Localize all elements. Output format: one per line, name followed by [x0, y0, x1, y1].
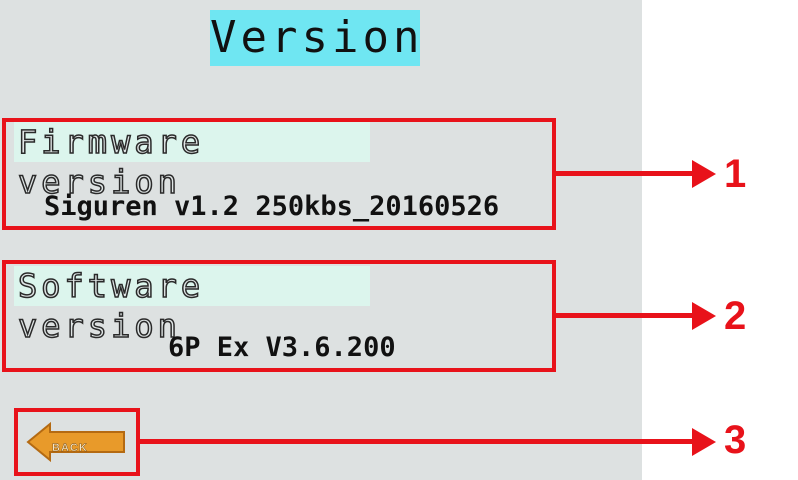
callout-number-3: 3: [724, 418, 747, 462]
callout-number-1: 1: [724, 152, 747, 196]
callout-arrow-line-3: [140, 439, 696, 444]
callout-arrow-line-1: [556, 171, 696, 176]
callout-arrow-head-1: [692, 160, 716, 188]
software-highlight-box: [2, 260, 556, 372]
back-highlight-box: [14, 408, 140, 476]
page-title: Version: [210, 10, 420, 66]
callout-number-2: 2: [724, 294, 747, 338]
firmware-highlight-box: [2, 118, 556, 230]
callout-arrow-head-2: [692, 302, 716, 330]
callout-arrow-line-2: [556, 313, 696, 318]
callout-arrow-head-3: [692, 428, 716, 456]
